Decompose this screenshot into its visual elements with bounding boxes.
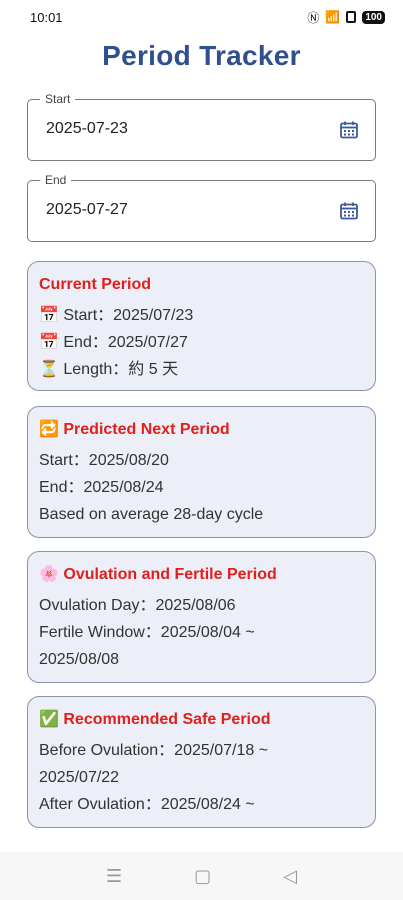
ovulation-title: 🌸 Ovulation and Fertile Period (39, 566, 277, 583)
end-date-label: End (40, 173, 72, 187)
safe-period-title: ✅ Recommended Safe Period (39, 711, 271, 728)
safe-after: After Ovulation：2025/08/24 ~ (39, 796, 255, 813)
ovulation-card: 🌸 Ovulation and Fertile Period Ovulation… (27, 551, 376, 683)
home-icon[interactable]: ▢ (194, 866, 211, 887)
calendar-icon[interactable] (339, 120, 359, 140)
status-icons: Ⓝ 📶 100 (307, 9, 385, 26)
fertile-window-line-1: Fertile Window：2025/08/04 ~ (39, 624, 255, 641)
page-title: Period Tracker (102, 40, 301, 71)
end-date-value[interactable]: 2025-07-27 (46, 201, 128, 219)
system-nav-bar: ☰ ▢ ◁ (0, 852, 403, 900)
end-date-field[interactable]: End 2025-07-27 (27, 173, 376, 242)
current-period-length: ⏳ Length：約 5 天 (39, 361, 179, 378)
wifi-icon: 📶 (325, 10, 341, 24)
predicted-next-start: Start：2025/08/20 (39, 452, 169, 469)
safe-before-line-2: 2025/07/22 (39, 769, 120, 786)
nfc-icon: Ⓝ (307, 10, 320, 25)
predicted-next-note: Based on average 28-day cycle (39, 506, 264, 523)
sim-icon (346, 11, 357, 23)
start-date-value[interactable]: 2025-07-23 (46, 120, 128, 138)
current-period-title: Current Period (39, 276, 152, 293)
predicted-next-title: 🔁 Predicted Next Period (39, 421, 230, 438)
predicted-next-end: End：2025/08/24 (39, 479, 164, 496)
start-date-label: Start (40, 92, 76, 106)
back-icon[interactable]: ◁ (283, 866, 297, 887)
safe-before-line-1: Before Ovulation：2025/07/18 ~ (39, 742, 269, 759)
current-period-end: 📅 End：2025/07/27 (39, 334, 188, 351)
menu-icon[interactable]: ☰ (106, 866, 122, 887)
current-period-card: Current Period 📅 Start：2025/07/23 📅 End：… (27, 261, 376, 391)
predicted-next-period-card: 🔁 Predicted Next Period Start：2025/08/20… (27, 406, 376, 538)
status-bar: 10:01 Ⓝ 📶 100 (0, 0, 403, 34)
fertile-window-line-2: 2025/08/08 (39, 651, 120, 668)
start-date-field[interactable]: Start 2025-07-23 (27, 92, 376, 161)
battery-icon: 100 (362, 10, 385, 24)
current-period-start: 📅 Start：2025/07/23 (39, 307, 194, 324)
ovulation-day: Ovulation Day：2025/08/06 (39, 597, 236, 614)
status-time: 10:01 (30, 9, 63, 25)
calendar-icon[interactable] (339, 201, 359, 221)
safe-period-card: ✅ Recommended Safe Period Before Ovulati… (27, 696, 376, 828)
